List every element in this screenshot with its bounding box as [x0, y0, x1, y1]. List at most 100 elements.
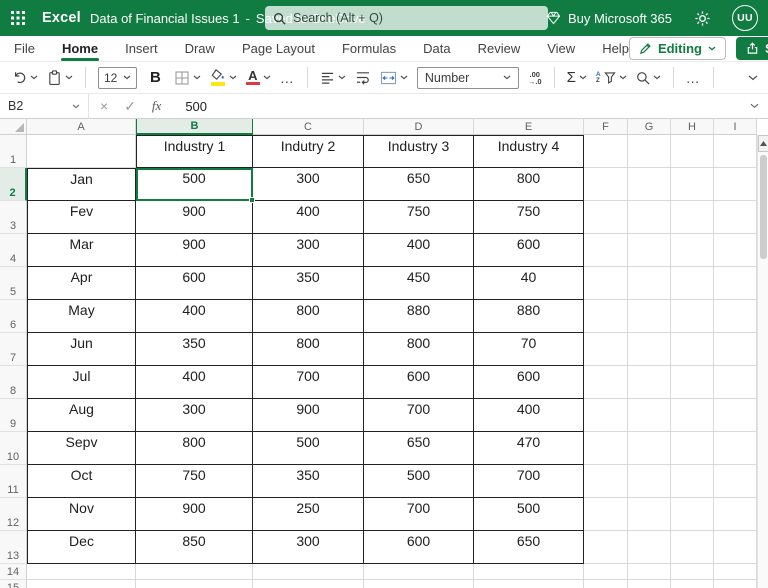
cell-D2[interactable]: 650 — [364, 168, 474, 201]
cell-G6[interactable] — [628, 300, 671, 333]
font-size-select[interactable]: 12 — [98, 67, 137, 89]
cell-G7[interactable] — [628, 333, 671, 366]
cell-G9[interactable] — [628, 399, 671, 432]
cell-D1[interactable]: Industry 3 — [364, 135, 474, 168]
fill-color-button[interactable] — [210, 69, 237, 86]
cell-F2[interactable] — [584, 168, 628, 201]
column-header-G[interactable]: G — [628, 119, 671, 135]
row-header-9[interactable]: 9 — [0, 399, 27, 432]
row-header-6[interactable]: 6 — [0, 300, 27, 333]
cell-C5[interactable]: 350 — [253, 267, 364, 300]
cell-I6[interactable] — [714, 300, 757, 333]
cell-D5[interactable]: 450 — [364, 267, 474, 300]
cell-F15[interactable] — [584, 580, 628, 588]
column-header-D[interactable]: D — [364, 119, 474, 135]
cell-G8[interactable] — [628, 366, 671, 399]
cell-H1[interactable] — [671, 135, 714, 168]
cell-A2[interactable]: Jan — [27, 168, 136, 201]
cell-G10[interactable] — [628, 432, 671, 465]
tab-page-layout[interactable]: Page Layout — [242, 36, 315, 62]
cell-C8[interactable]: 700 — [253, 366, 364, 399]
column-header-C[interactable]: C — [253, 119, 364, 135]
cell-H7[interactable] — [671, 333, 714, 366]
tab-formulas[interactable]: Formulas — [342, 36, 396, 62]
row-header-1[interactable]: 1 — [0, 135, 27, 168]
editing-mode-button[interactable]: Editing — [629, 37, 726, 60]
cell-G12[interactable] — [628, 498, 671, 531]
cell-G5[interactable] — [628, 267, 671, 300]
cell-H13[interactable] — [671, 531, 714, 564]
cell-G14[interactable] — [628, 564, 671, 580]
cell-B10[interactable]: 800 — [136, 432, 253, 465]
cell-E2[interactable]: 800 — [474, 168, 584, 201]
cell-C15[interactable] — [253, 580, 364, 588]
tab-insert[interactable]: Insert — [125, 36, 158, 62]
scroll-up-button[interactable] — [758, 135, 768, 152]
column-header-E[interactable]: E — [474, 119, 584, 135]
cell-C11[interactable]: 350 — [253, 465, 364, 498]
cell-G13[interactable] — [628, 531, 671, 564]
number-format-select[interactable]: Number — [417, 67, 519, 89]
cell-H9[interactable] — [671, 399, 714, 432]
cell-D6[interactable]: 880 — [364, 300, 474, 333]
cell-B3[interactable]: 900 — [136, 201, 253, 234]
row-header-10[interactable]: 10 — [0, 432, 27, 465]
cell-B2[interactable]: 500 — [136, 168, 253, 201]
cell-D3[interactable]: 750 — [364, 201, 474, 234]
tab-view[interactable]: View — [547, 36, 575, 62]
cell-D10[interactable]: 650 — [364, 432, 474, 465]
fill-handle[interactable] — [249, 197, 255, 203]
cell-D11[interactable]: 500 — [364, 465, 474, 498]
cell-H15[interactable] — [671, 580, 714, 588]
cell-E14[interactable] — [474, 564, 584, 580]
more-ribbon-options-button[interactable]: … — [686, 70, 701, 86]
cell-A6[interactable]: May — [27, 300, 136, 333]
cell-C1[interactable]: Indutry 2 — [253, 135, 364, 168]
share-button[interactable]: Share — [736, 37, 768, 60]
settings-button[interactable] — [690, 6, 714, 30]
cell-H14[interactable] — [671, 564, 714, 580]
cell-A13[interactable]: Dec — [27, 531, 136, 564]
cell-C7[interactable]: 800 — [253, 333, 364, 366]
cell-E11[interactable]: 700 — [474, 465, 584, 498]
cell-A5[interactable]: Apr — [27, 267, 136, 300]
cell-H2[interactable] — [671, 168, 714, 201]
cell-B12[interactable]: 900 — [136, 498, 253, 531]
cell-B15[interactable] — [136, 580, 253, 588]
cell-F12[interactable] — [584, 498, 628, 531]
cell-B11[interactable]: 750 — [136, 465, 253, 498]
cell-E5[interactable]: 40 — [474, 267, 584, 300]
cell-E7[interactable]: 70 — [474, 333, 584, 366]
cell-I2[interactable] — [714, 168, 757, 201]
cell-G11[interactable] — [628, 465, 671, 498]
app-launcher-button[interactable] — [0, 0, 36, 36]
cell-B4[interactable]: 900 — [136, 234, 253, 267]
cell-A11[interactable]: Oct — [27, 465, 136, 498]
cell-A12[interactable]: Nov — [27, 498, 136, 531]
cell-G4[interactable] — [628, 234, 671, 267]
collapse-ribbon-button[interactable] — [748, 75, 768, 81]
cell-D12[interactable]: 700 — [364, 498, 474, 531]
row-header-2[interactable]: 2 — [0, 168, 27, 201]
cell-B9[interactable]: 300 — [136, 399, 253, 432]
cell-I1[interactable] — [714, 135, 757, 168]
cell-I12[interactable] — [714, 498, 757, 531]
tab-file[interactable]: File — [14, 36, 35, 62]
cell-H8[interactable] — [671, 366, 714, 399]
cell-G15[interactable] — [628, 580, 671, 588]
cell-D15[interactable] — [364, 580, 474, 588]
expand-formula-bar-button[interactable] — [750, 103, 768, 109]
cell-F9[interactable] — [584, 399, 628, 432]
cell-F1[interactable] — [584, 135, 628, 168]
cell-C10[interactable]: 500 — [253, 432, 364, 465]
row-header-4[interactable]: 4 — [0, 234, 27, 267]
cell-F11[interactable] — [584, 465, 628, 498]
row-header-13[interactable]: 13 — [0, 531, 27, 564]
cell-G1[interactable] — [628, 135, 671, 168]
paste-button[interactable] — [47, 70, 73, 86]
cell-C4[interactable]: 300 — [253, 234, 364, 267]
row-header-11[interactable]: 11 — [0, 465, 27, 498]
cell-H6[interactable] — [671, 300, 714, 333]
cell-D7[interactable]: 800 — [364, 333, 474, 366]
confirm-entry-button[interactable]: ✓ — [124, 98, 136, 115]
